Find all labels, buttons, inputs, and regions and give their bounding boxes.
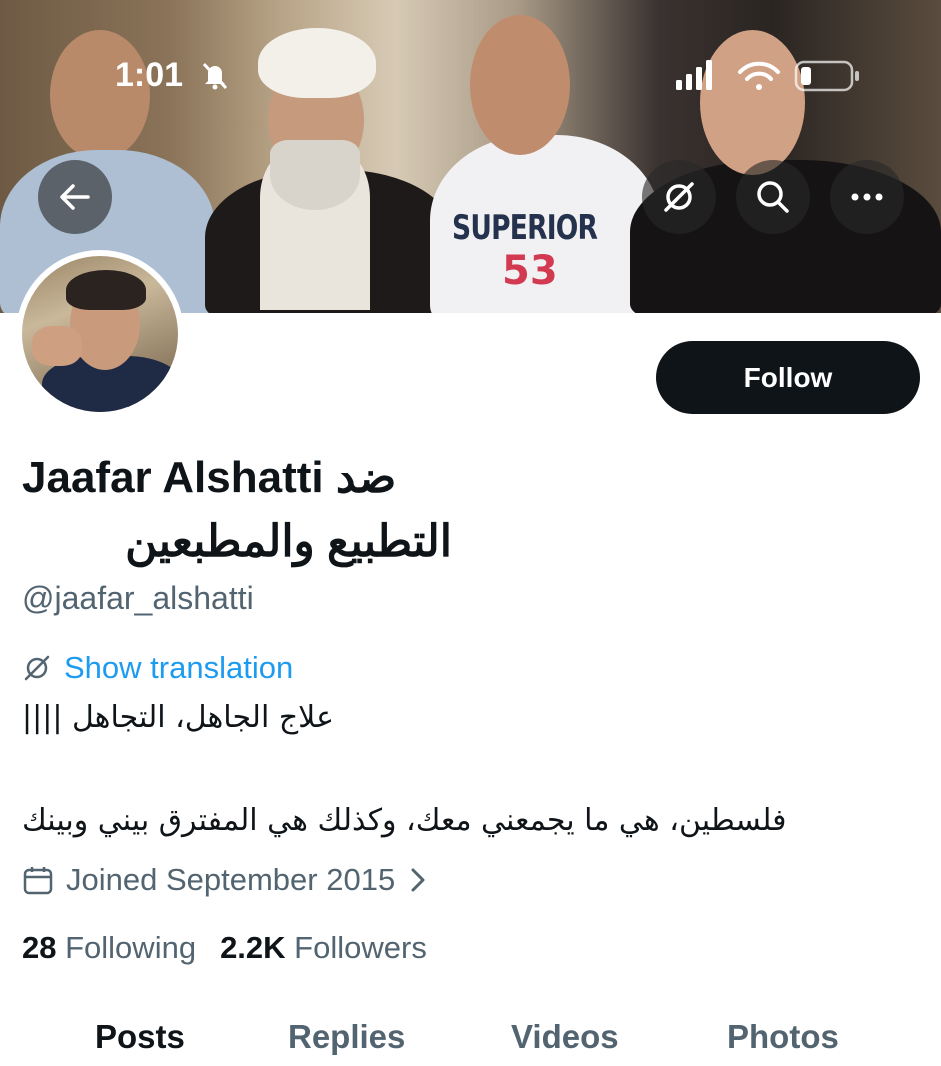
status-indicators (676, 60, 859, 92)
translate-icon (664, 182, 694, 212)
followers-stat[interactable]: 2.2K Followers (220, 930, 427, 966)
follow-button[interactable]: Follow (656, 341, 920, 414)
following-count: 28 (22, 930, 57, 965)
chevron-right-icon (411, 868, 425, 892)
bio-line-1: علاج الجاهل، التجاهل |||| (22, 700, 334, 735)
signal-icon (676, 60, 712, 90)
status-time: 1:01 (115, 56, 184, 94)
battery-icon (794, 60, 859, 92)
more-button[interactable] (830, 160, 904, 234)
show-translation-link[interactable]: Show translation (64, 650, 293, 686)
arrow-left-icon (60, 184, 90, 210)
search-button[interactable] (736, 160, 810, 234)
translate-button[interactable] (642, 160, 716, 234)
more-icon (851, 193, 883, 201)
wifi-icon (738, 61, 780, 90)
banner-person-1 (50, 30, 150, 160)
follow-stats: 28 Following 2.2K Followers (22, 930, 451, 966)
followers-count: 2.2K (220, 930, 286, 965)
shirt-number: 53 (502, 248, 558, 294)
tab-replies[interactable]: Replies (288, 1018, 405, 1056)
following-label: Following (65, 930, 197, 965)
display-name-line1: Jaafar Alshatti ضد (22, 453, 397, 502)
avatar-image (22, 256, 178, 412)
tab-videos[interactable]: Videos (511, 1018, 619, 1056)
display-name-line2: التطبيع والمطبعين (125, 517, 452, 566)
display-name: Jaafar Alshatti ضد التطبيع والمطبعين (22, 446, 582, 574)
joined-date-row[interactable]: Joined September 2015 (22, 862, 429, 898)
bio-line-2: فلسطين، هي ما يجمعني معك، وكذلك هي المفت… (22, 803, 787, 838)
tab-photos[interactable]: Photos (727, 1018, 839, 1056)
followers-label: Followers (294, 930, 427, 965)
profile-tabs: Posts Replies Videos Photos (0, 1012, 941, 1066)
bell-slash-icon (202, 62, 228, 90)
profile-handle: @jaafar_alshatti (22, 580, 254, 616)
banner-person-4 (700, 30, 805, 175)
banner-person-2-beard (270, 140, 360, 210)
translate-icon (24, 655, 50, 681)
joined-date: Joined September 2015 (66, 862, 396, 897)
show-translation-row[interactable]: Show translation (22, 650, 293, 686)
tab-posts[interactable]: Posts (95, 1018, 185, 1056)
shirt-text: SUPERIOR (452, 208, 598, 248)
following-stat[interactable]: 28 Following (22, 930, 196, 966)
back-button[interactable] (38, 160, 112, 234)
banner-person-3 (470, 15, 570, 155)
search-icon (757, 181, 789, 213)
banner-person-2-turban (258, 28, 376, 98)
avatar[interactable] (16, 250, 184, 418)
calendar-icon (23, 867, 53, 895)
